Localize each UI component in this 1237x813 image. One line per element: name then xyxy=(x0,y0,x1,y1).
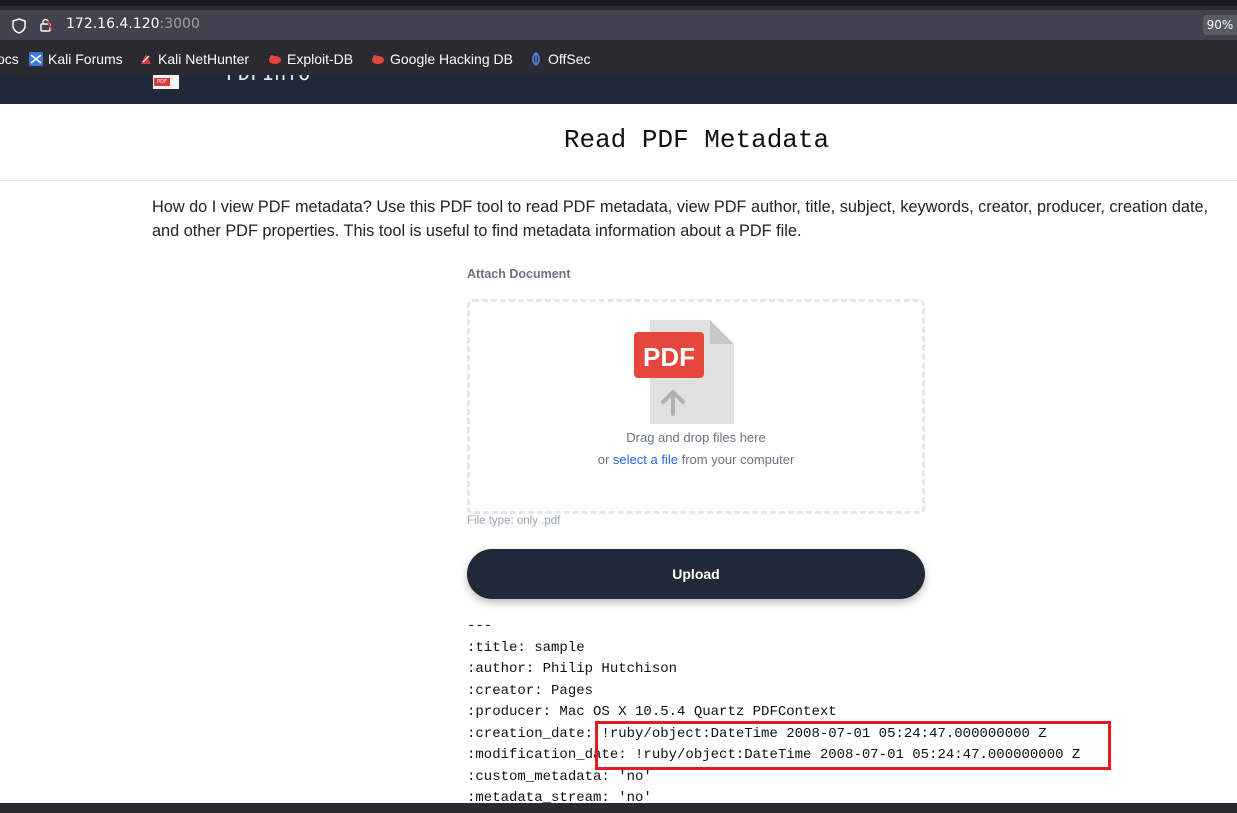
metadata-output: --- :title: sample :author: Philip Hutch… xyxy=(467,616,1080,810)
exploit-db-icon xyxy=(269,55,281,64)
pdf-logo-icon[interactable]: PDF xyxy=(153,75,179,89)
from-computer-text: from your computer xyxy=(681,452,795,467)
bookmark-google-hacking-db[interactable]: Google Hacking DB xyxy=(371,51,513,67)
file-dropzone[interactable]: PDF Drag and drop files here or select a… xyxy=(467,299,925,514)
file-type-hint: File type: only .pdf xyxy=(467,515,561,527)
offsec-icon xyxy=(532,52,540,66)
bookmark-exploit-db[interactable]: Exploit-DB xyxy=(268,51,353,67)
bookmarks-toolbar: ocs Kali Forums Kali NetHunter Exploit-D… xyxy=(0,45,1237,75)
logo-badge: PDF xyxy=(154,78,170,86)
ghdb-icon xyxy=(372,55,384,64)
output-line: :title: sample xyxy=(467,639,585,656)
highlight-annotation-box xyxy=(595,721,1111,770)
bookmark-kali-nethunter[interactable]: Kali NetHunter xyxy=(139,51,249,67)
url-port: :3000 xyxy=(159,16,200,32)
select-file-link[interactable]: select a file xyxy=(613,452,678,467)
output-line: :creator: Pages xyxy=(467,682,594,699)
title-area: Read PDF Metadata xyxy=(0,104,1237,181)
bookmark-label: Google Hacking DB xyxy=(390,51,513,67)
pdf-icon-label: PDF xyxy=(643,342,695,372)
or-text: or xyxy=(597,452,610,467)
upload-button[interactable]: Upload xyxy=(467,549,925,599)
zoom-level-button[interactable]: 90% xyxy=(1203,15,1237,35)
url-host: 172.16.4.120 xyxy=(66,16,160,32)
select-file-line: or select a file from your computer xyxy=(470,452,922,467)
bookmark-label: ocs xyxy=(0,51,19,67)
page-description: How do I view PDF metadata? Use this PDF… xyxy=(152,198,1209,240)
output-line: --- xyxy=(467,618,493,634)
url-text[interactable]: 172.16.4.120:3000 xyxy=(66,16,200,32)
lock-warning-icon[interactable] xyxy=(38,17,54,37)
site-header: PDF PDFInfo xyxy=(0,75,1237,104)
bookmark-label: Kali Forums xyxy=(48,51,123,67)
bookmark-kali-forums[interactable]: Kali Forums xyxy=(29,51,123,67)
bottom-bar xyxy=(0,803,1237,813)
output-line: :author: Philip Hutchison xyxy=(467,661,678,677)
browser-toolbar: 172.16.4.120:3000 90% xyxy=(0,0,1237,45)
attach-document-label: Attach Document xyxy=(467,267,571,281)
bookmark-label: OffSec xyxy=(548,51,591,67)
drag-drop-text: Drag and drop files here xyxy=(626,430,766,445)
address-bar[interactable]: 172.16.4.120:3000 90% xyxy=(0,10,1237,40)
bookmark-label: Exploit-DB xyxy=(287,51,354,67)
page-title: Read PDF Metadata xyxy=(563,125,830,155)
kali-forums-icon xyxy=(29,52,43,66)
kali-nethunter-icon xyxy=(141,54,151,64)
bookmark-docs[interactable]: ocs xyxy=(0,51,19,67)
bookmark-offsec[interactable]: OffSec xyxy=(529,51,591,67)
shield-icon[interactable] xyxy=(12,18,26,38)
site-logo-text[interactable]: PDFInfo xyxy=(226,75,310,85)
bookmark-label: Kali NetHunter xyxy=(158,51,250,67)
pdf-upload-icon: PDF xyxy=(634,320,734,424)
